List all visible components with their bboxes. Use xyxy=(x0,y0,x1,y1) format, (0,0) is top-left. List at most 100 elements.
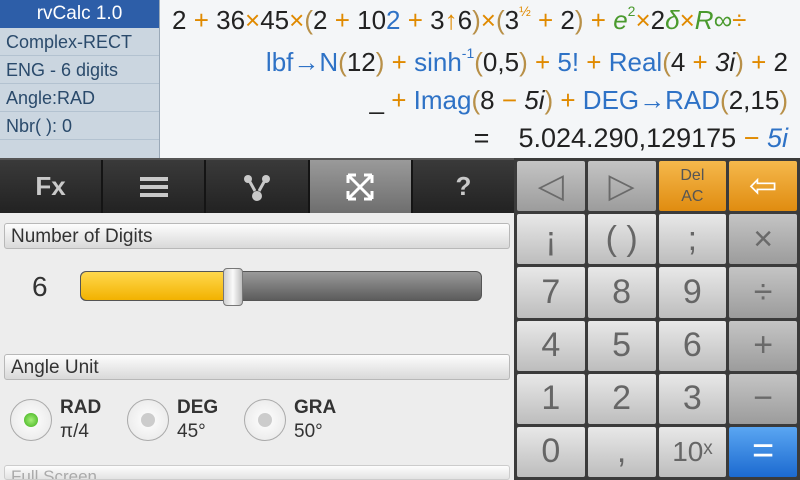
expression-token: + xyxy=(327,5,358,35)
key-1[interactable]: 1 xyxy=(517,373,585,424)
key-0[interactable]: 0 xyxy=(517,426,585,477)
backspace-key[interactable]: ⇦ xyxy=(729,161,797,212)
expression-token: ) xyxy=(574,5,584,35)
radio-deg[interactable]: DEG 45° xyxy=(127,393,242,451)
key-label: ⇦ xyxy=(748,167,778,206)
expression-token: 2 xyxy=(172,5,187,35)
equals-sign: = xyxy=(473,123,490,153)
expression-token: + xyxy=(384,85,414,115)
parentheses-key[interactable]: ( ) xyxy=(587,214,656,265)
key-label: , xyxy=(616,432,627,471)
functions-button[interactable] xyxy=(206,160,310,213)
fullscreen-button[interactable] xyxy=(309,160,413,213)
expression-token: 45 xyxy=(260,5,290,35)
key-label: AC xyxy=(681,188,704,206)
divide-key[interactable]: ÷ xyxy=(729,267,797,318)
key-label: ( ) xyxy=(605,219,638,258)
key-6[interactable]: 6 xyxy=(658,320,727,371)
radio-rad[interactable]: RAD π/4 xyxy=(10,393,125,451)
expression-token: 4 xyxy=(670,47,686,77)
menu-icon xyxy=(139,176,168,197)
key-label: 3 xyxy=(682,379,702,418)
cursor-left-key[interactable]: ◁ xyxy=(517,161,585,212)
expression-token: × xyxy=(480,5,496,35)
status-panel: rvCalc 1.0 Complex-RECT ENG - 6 digits A… xyxy=(0,0,160,158)
separator-key[interactable]: ; xyxy=(658,214,727,265)
angle-section-header: Angle Unit xyxy=(4,354,510,380)
digits-slider-fill xyxy=(81,272,233,300)
key-8[interactable]: 8 xyxy=(587,267,656,318)
key-label: 1 xyxy=(541,379,561,418)
key-5[interactable]: 5 xyxy=(587,320,656,371)
format-mode-label: ENG - 6 digits xyxy=(0,56,159,84)
expression-line-1: 2 + 36×45×(2 + 102 + 3↑6)×(3½ + 2) + e2×… xyxy=(172,2,746,38)
keypad: ◁ ▷ Del AC ⇦ ¡ ( ); × 7 8 9 ÷ 4 5 6 +1 2 3 − 0, 10ˣ = xyxy=(514,158,800,480)
expression-token: − xyxy=(494,85,525,115)
digits-value: 6 xyxy=(32,271,48,302)
key-label: ▷ xyxy=(608,167,635,206)
key-label: 6 xyxy=(682,326,702,365)
menu-button[interactable] xyxy=(103,160,207,213)
key-2[interactable]: 2 xyxy=(587,373,656,424)
fx-label: Fx xyxy=(35,171,66,201)
expression-token: ÷ xyxy=(732,5,747,35)
delete-clear-key[interactable]: Del AC xyxy=(658,161,727,212)
expression-token: + xyxy=(530,5,561,35)
fx-button[interactable]: Fx xyxy=(0,160,104,213)
toolbar: Fx ? xyxy=(0,158,515,213)
radio-circle xyxy=(244,399,286,441)
radio-label: GRA xyxy=(294,397,337,418)
expression-token: ( xyxy=(338,47,347,77)
key-7[interactable]: 7 xyxy=(517,267,585,318)
expression-token: 2 xyxy=(386,5,401,35)
key-label: − xyxy=(753,379,774,418)
radio-sublabel: 50° xyxy=(294,421,323,442)
expression-token: + xyxy=(583,5,614,35)
expression-token: + xyxy=(400,5,431,35)
key-9[interactable]: 9 xyxy=(658,267,727,318)
functions-icon xyxy=(244,174,270,201)
radio-gra[interactable]: GRA 50° xyxy=(244,393,359,451)
equals-key[interactable]: = xyxy=(729,426,797,477)
expression-token: 3 xyxy=(504,5,520,35)
digits-slider[interactable] xyxy=(80,268,482,306)
plus-key[interactable]: + xyxy=(729,320,797,371)
radio-label: DEG xyxy=(177,397,219,418)
angle-radio-group: RAD π/4 DEG 45° GRA 50° xyxy=(10,393,510,451)
result-sep: − xyxy=(736,123,767,153)
decimal-key[interactable]: , xyxy=(587,426,656,477)
expression-line-2: lbf→N(12) + sinh-1(0,5) + 5! + Real(4 + … xyxy=(266,44,788,80)
key-4[interactable]: 4 xyxy=(517,320,585,371)
key-label: 10ˣ xyxy=(672,435,713,467)
factorial-key[interactable]: ¡ xyxy=(517,214,585,265)
expression-token: + xyxy=(743,47,774,77)
minus-key[interactable]: − xyxy=(729,373,797,424)
digits-slider-handle[interactable] xyxy=(223,268,243,306)
key-label: 0 xyxy=(541,432,561,471)
radio-sublabel: 45° xyxy=(177,421,206,442)
expression-token: ½ xyxy=(519,3,531,19)
key-3[interactable]: 3 xyxy=(658,373,727,424)
multiply-key[interactable]: × xyxy=(729,214,797,265)
radio-sublabel: π/4 xyxy=(60,421,89,442)
expression-token: × xyxy=(245,5,261,35)
power10-key[interactable]: 10ˣ xyxy=(658,426,727,477)
expression-token: δ xyxy=(665,5,680,35)
expression-line-3: _ + Imag(8 − 5i) + DEG→RAD(2,15) xyxy=(370,82,788,118)
help-button[interactable]: ? xyxy=(412,160,515,213)
expression-token: ) xyxy=(472,5,481,35)
expression-token: 6 xyxy=(457,5,473,35)
expression-token: 10 xyxy=(357,5,387,35)
expression-display[interactable]: 2 + 36×45×(2 + 102 + 3↑6)×(3½ + 2) + e2×… xyxy=(166,0,796,158)
result-imag: 5i xyxy=(766,123,788,153)
display-area: rvCalc 1.0 Complex-RECT ENG - 6 digits A… xyxy=(0,0,800,158)
cursor-right-key[interactable]: ▷ xyxy=(587,161,656,212)
expression-token: ) xyxy=(735,47,744,77)
expression-token: 5! xyxy=(557,47,580,77)
key-label: ÷ xyxy=(753,272,773,311)
expression-token: 36 xyxy=(216,5,246,35)
expression-token: × xyxy=(679,5,695,35)
expression-token: + xyxy=(527,47,558,77)
nbr-count-label: Nbr( ): 0 xyxy=(0,112,159,140)
expression-token: 2,15 xyxy=(728,85,780,115)
